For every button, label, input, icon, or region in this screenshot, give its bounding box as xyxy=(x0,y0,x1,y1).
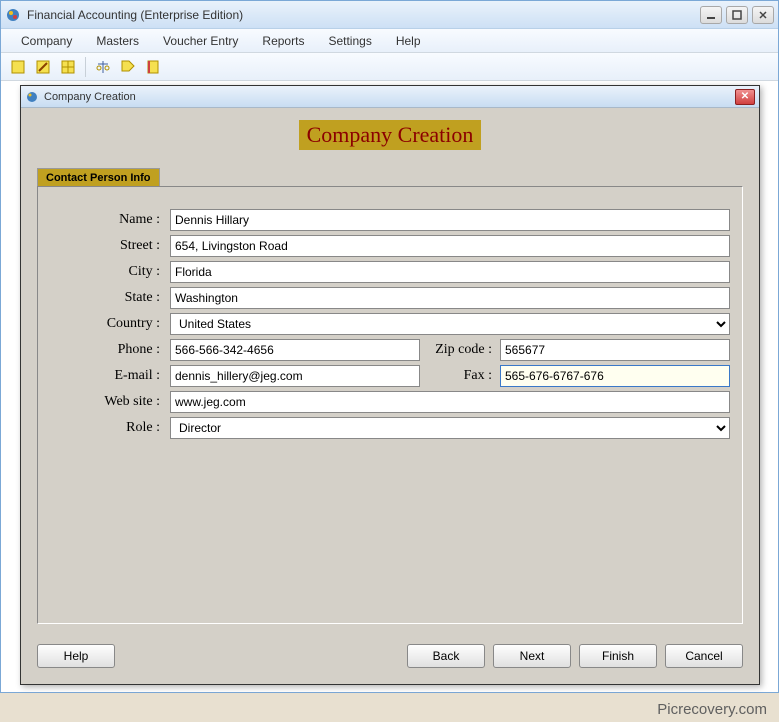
app-title: Financial Accounting (Enterprise Edition… xyxy=(27,8,700,22)
menu-voucher-entry[interactable]: Voucher Entry xyxy=(151,31,250,51)
dialog-icon xyxy=(25,90,39,104)
menu-masters[interactable]: Masters xyxy=(84,31,151,51)
dialog-body: Company Creation Contact Person Info Nam… xyxy=(21,108,759,684)
toolbar-new-icon[interactable] xyxy=(7,56,29,78)
cancel-button[interactable]: Cancel xyxy=(665,644,743,668)
phone-field[interactable] xyxy=(170,339,420,361)
toolbar-edit-icon[interactable] xyxy=(32,56,54,78)
toolbar-grid-icon[interactable] xyxy=(57,56,79,78)
menu-reports[interactable]: Reports xyxy=(250,31,316,51)
minimize-button[interactable] xyxy=(700,6,722,24)
label-role: Role : xyxy=(50,420,170,436)
label-state: State : xyxy=(50,290,170,306)
label-email: E-mail : xyxy=(50,368,170,384)
menu-settings[interactable]: Settings xyxy=(316,31,383,51)
app-icon xyxy=(5,7,21,23)
toolbar-balance-icon[interactable] xyxy=(92,56,114,78)
label-name: Name : xyxy=(50,212,170,228)
section-tab: Contact Person Info xyxy=(37,168,160,187)
toolbar xyxy=(1,53,778,81)
city-field[interactable] xyxy=(170,261,730,283)
name-field[interactable] xyxy=(170,209,730,231)
menu-company[interactable]: Company xyxy=(9,31,84,51)
help-button[interactable]: Help xyxy=(37,644,115,668)
button-row: Help Back Next Finish Cancel xyxy=(37,644,743,668)
watermark: Picrecovery.com xyxy=(657,701,767,718)
dialog-heading: Company Creation xyxy=(35,120,745,150)
dialog-heading-text: Company Creation xyxy=(299,120,482,150)
form-panel: Name : Street : City : State : Country :… xyxy=(37,186,743,624)
label-fax: Fax : xyxy=(420,368,500,384)
label-website: Web site : xyxy=(50,394,170,410)
dialog-close-button[interactable]: ✕ xyxy=(735,89,755,105)
label-city: City : xyxy=(50,264,170,280)
menubar: Company Masters Voucher Entry Reports Se… xyxy=(1,29,778,53)
website-field[interactable] xyxy=(170,391,730,413)
label-phone: Phone : xyxy=(50,342,170,358)
main-titlebar: Financial Accounting (Enterprise Edition… xyxy=(1,1,778,29)
maximize-button[interactable] xyxy=(726,6,748,24)
state-field[interactable] xyxy=(170,287,730,309)
label-street: Street : xyxy=(50,238,170,254)
finish-button[interactable]: Finish xyxy=(579,644,657,668)
dialog-title: Company Creation xyxy=(44,91,735,103)
toolbar-separator xyxy=(85,57,86,77)
close-button[interactable] xyxy=(752,6,774,24)
zip-field[interactable] xyxy=(500,339,730,361)
menu-help[interactable]: Help xyxy=(384,31,433,51)
next-button[interactable]: Next xyxy=(493,644,571,668)
fax-field[interactable] xyxy=(500,365,730,387)
dialog-titlebar: Company Creation ✕ xyxy=(21,86,759,108)
button-spacer xyxy=(123,644,399,668)
window-controls xyxy=(700,6,774,24)
toolbar-tag-icon[interactable] xyxy=(117,56,139,78)
label-country: Country : xyxy=(50,316,170,332)
street-field[interactable] xyxy=(170,235,730,257)
back-button[interactable]: Back xyxy=(407,644,485,668)
country-select[interactable]: United States xyxy=(170,313,730,335)
company-creation-dialog: Company Creation ✕ Company Creation Cont… xyxy=(20,85,760,685)
role-select[interactable]: Director xyxy=(170,417,730,439)
toolbar-book-icon[interactable] xyxy=(142,56,164,78)
email-field[interactable] xyxy=(170,365,420,387)
label-zip: Zip code : xyxy=(420,342,500,358)
